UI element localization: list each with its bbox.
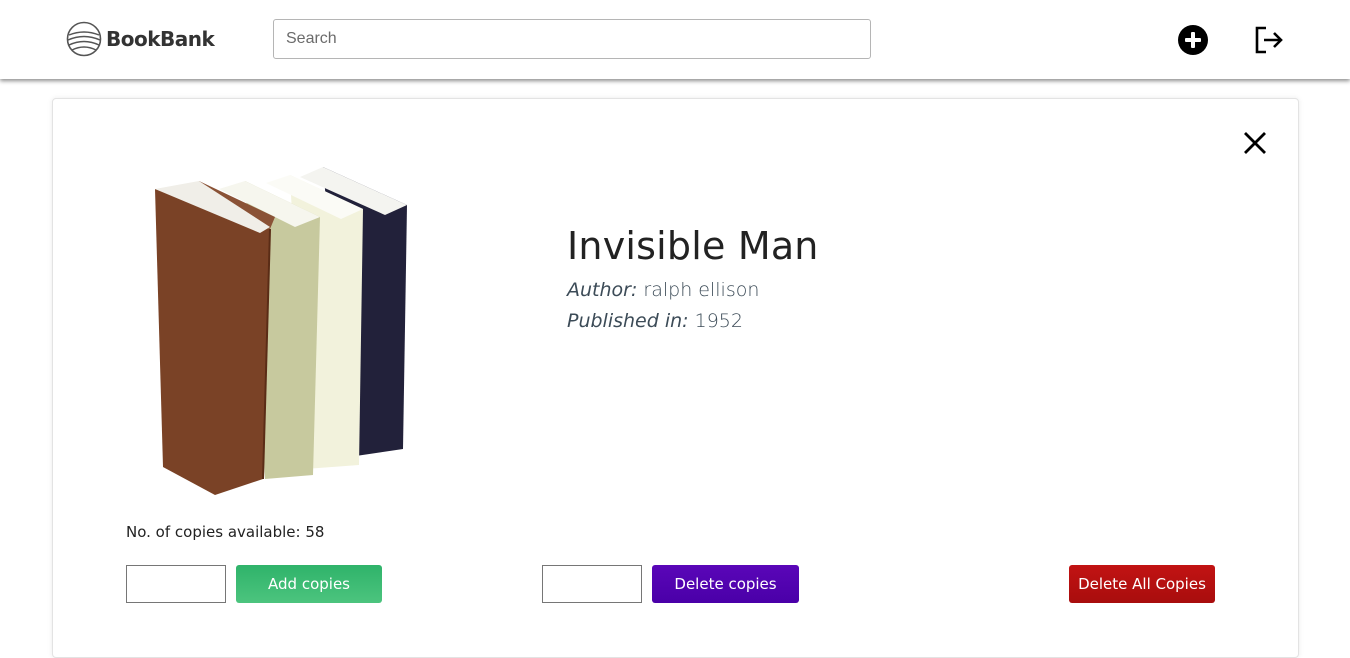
copies-count: 58 [305, 523, 325, 541]
brand-name: BookBank [106, 27, 215, 51]
copies-label: No. of copies available: [126, 523, 301, 541]
author-line: Author: ralph ellison [567, 275, 819, 306]
delete-all-copies-button[interactable]: Delete All Copies [1069, 565, 1215, 603]
book-info: Invisible Man Author: ralph ellison Publ… [567, 221, 819, 337]
author-value: ralph ellison [643, 279, 760, 301]
published-value: 1952 [694, 310, 743, 332]
published-label: Published in: [567, 310, 689, 332]
close-icon[interactable] [1241, 129, 1269, 157]
delete-copies-button[interactable]: Delete copies [652, 565, 799, 603]
add-copies-quantity-input[interactable] [126, 565, 226, 603]
published-line: Published in: 1952 [567, 306, 819, 337]
book-title: Invisible Man [567, 224, 819, 268]
book-detail-card: Invisible Man Author: ralph ellison Publ… [52, 98, 1299, 658]
logout-icon[interactable] [1253, 24, 1285, 56]
add-book-button[interactable] [1178, 25, 1208, 55]
top-navbar: BookBank [0, 0, 1350, 79]
brand-logo[interactable]: BookBank [66, 21, 215, 57]
delete-copies-quantity-input[interactable] [542, 565, 642, 603]
book-cover-image [145, 157, 485, 501]
logo-icon [66, 21, 102, 57]
copies-available: No. of copies available: 58 [126, 523, 324, 541]
book-meta: Author: ralph ellison Published in: 1952 [567, 275, 819, 337]
add-copies-button[interactable]: Add copies [236, 565, 382, 603]
author-label: Author: [567, 279, 638, 301]
search-input[interactable] [273, 19, 871, 59]
